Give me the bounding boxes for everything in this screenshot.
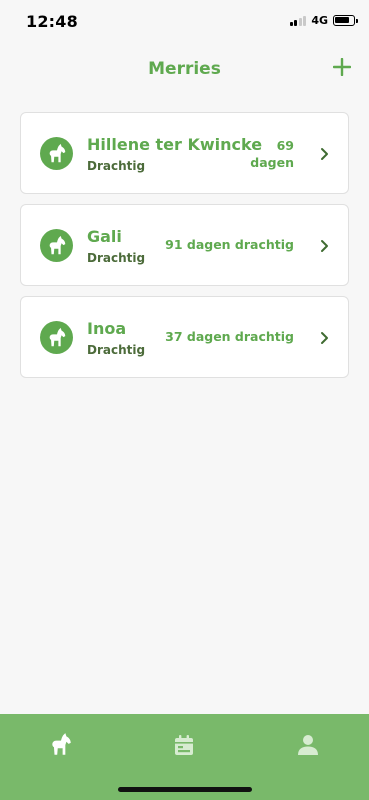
- mare-name: Hillene ter Kwincke: [87, 135, 263, 154]
- calendar-icon: [175, 735, 193, 755]
- tab-mares[interactable]: [41, 730, 81, 760]
- horse-avatar-icon: [40, 321, 73, 354]
- home-indicator[interactable]: [118, 787, 252, 792]
- pregnancy-days: 69 dagen: [250, 138, 294, 170]
- horse-avatar-icon: [40, 229, 73, 262]
- status-time: 12:48: [26, 12, 78, 31]
- signal-icon: [289, 15, 307, 26]
- mare-name: Inoa: [87, 319, 127, 338]
- chevron-right-icon: [321, 240, 328, 252]
- horse-icon: [52, 733, 71, 755]
- page-title: Merries: [148, 59, 221, 79]
- mare-status: Drachtig: [87, 159, 146, 173]
- plus-icon: [333, 58, 351, 76]
- tab-calendar[interactable]: [164, 730, 204, 760]
- mare-list: Hillene ter Kwincke Drachtig 69 dagen Ga…: [20, 112, 349, 388]
- status-bar: 12:48 4G: [0, 0, 369, 44]
- mare-status: Drachtig: [87, 251, 146, 265]
- mare-card[interactable]: Inoa Drachtig 37 dagen drachtig: [20, 296, 349, 378]
- mare-name: Gali: [87, 227, 122, 246]
- user-icon: [298, 735, 318, 755]
- chevron-right-icon: [321, 148, 328, 160]
- status-indicators: 4G: [289, 14, 358, 27]
- mare-status: Drachtig: [87, 343, 146, 357]
- header: Merries: [0, 52, 369, 86]
- network-label: 4G: [311, 14, 328, 27]
- battery-icon: [333, 15, 358, 26]
- pregnancy-days: 91 dagen drachtig: [165, 237, 294, 252]
- horse-avatar-icon: [40, 137, 73, 170]
- pregnancy-days: 37 dagen drachtig: [165, 329, 294, 344]
- chevron-right-icon: [321, 332, 328, 344]
- tab-profile[interactable]: [288, 730, 328, 760]
- add-mare-button[interactable]: [327, 52, 357, 82]
- mare-card[interactable]: Hillene ter Kwincke Drachtig 69 dagen: [20, 112, 349, 194]
- mare-card[interactable]: Gali Drachtig 91 dagen drachtig: [20, 204, 349, 286]
